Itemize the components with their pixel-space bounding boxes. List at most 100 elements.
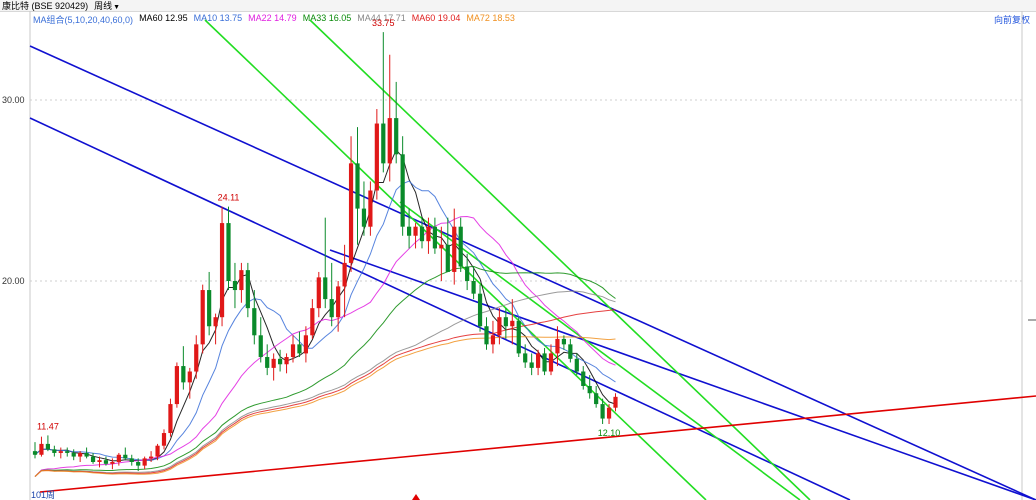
candle-body xyxy=(600,404,605,419)
candle-body xyxy=(123,454,128,459)
candle-body xyxy=(613,396,618,408)
candle-body xyxy=(516,320,521,354)
candle-body xyxy=(329,299,334,318)
candle-body xyxy=(594,393,599,405)
candle-body xyxy=(136,462,141,466)
candle-body xyxy=(32,451,38,455)
candle-body xyxy=(213,317,218,327)
candle-body xyxy=(271,358,276,368)
candle-body xyxy=(71,452,76,457)
marker-icon xyxy=(412,494,420,500)
candle-body xyxy=(323,277,328,300)
ma-line xyxy=(34,336,616,477)
candle-body xyxy=(278,358,283,365)
y-tick-label: 30.00 xyxy=(2,95,25,105)
candle-body xyxy=(161,433,167,446)
candle-body xyxy=(200,290,205,345)
candle-body xyxy=(561,338,566,345)
candle-body xyxy=(174,366,179,405)
candle-body xyxy=(490,335,496,345)
candle-body xyxy=(555,338,560,354)
candle-body xyxy=(497,317,502,336)
candle-body xyxy=(381,123,386,164)
trend-line xyxy=(39,395,1036,493)
trend-line xyxy=(309,19,811,500)
y-tick-label: 20.00 xyxy=(2,276,25,286)
candle-body xyxy=(574,358,579,372)
candle-body xyxy=(103,460,109,464)
candle-body xyxy=(129,458,134,462)
candle-body xyxy=(432,226,437,249)
candle-body xyxy=(265,357,270,368)
candle-body xyxy=(394,118,399,155)
moving-averages xyxy=(34,149,616,477)
candle-body xyxy=(297,344,302,354)
candle-body xyxy=(194,344,199,372)
candle-body xyxy=(400,154,405,227)
candle-body xyxy=(116,454,121,462)
candle-body xyxy=(58,451,63,453)
ma-line xyxy=(34,309,616,477)
candle-body xyxy=(587,385,592,394)
candle-body xyxy=(187,371,192,383)
trend-line xyxy=(29,117,851,500)
candle-body xyxy=(471,281,476,294)
candle-body xyxy=(368,190,373,227)
candle-body xyxy=(419,226,425,242)
candle-body xyxy=(510,320,515,327)
candle-body xyxy=(303,335,308,354)
candle-body xyxy=(348,163,354,263)
candle-body xyxy=(142,458,147,466)
candle-body xyxy=(52,449,57,453)
candle-body xyxy=(84,452,89,457)
candle-body xyxy=(155,445,160,457)
candle-body xyxy=(523,353,528,363)
candle-body xyxy=(310,308,315,336)
candle-body xyxy=(387,118,392,164)
candle-body xyxy=(536,353,541,368)
candle-body xyxy=(581,371,586,386)
candle-body xyxy=(316,277,321,309)
bottom-left-label: 101周 xyxy=(31,490,55,500)
candle-body xyxy=(149,456,154,459)
candle-body xyxy=(258,335,263,358)
candle-body xyxy=(407,226,412,236)
candle-body xyxy=(465,266,470,281)
candle-body xyxy=(426,226,431,242)
candle-body xyxy=(542,353,547,372)
trend-line xyxy=(329,249,1036,500)
candle-body xyxy=(439,244,444,249)
candle-body xyxy=(355,163,360,209)
candle-body xyxy=(361,208,367,227)
candle-body xyxy=(606,407,612,419)
candle-body xyxy=(39,443,44,455)
candle-body xyxy=(452,226,457,272)
candle-body xyxy=(548,353,554,372)
candle-body xyxy=(336,286,341,318)
price-annotation: 24.11 xyxy=(218,193,240,203)
candle-body xyxy=(239,270,244,291)
candle-body xyxy=(97,460,102,462)
price-annotation: 11.47 xyxy=(37,421,59,431)
kline-chart[interactable]: 30.00 20.00 33.75 24.11 11.47 12.10 101周 xyxy=(0,0,1036,500)
candle-body xyxy=(374,123,379,191)
candle-body xyxy=(568,344,573,359)
candle-body xyxy=(477,293,483,327)
candle-body xyxy=(284,357,289,365)
candle-body xyxy=(445,244,450,272)
candle-body xyxy=(458,226,463,267)
candle-body xyxy=(413,226,418,236)
candle-body xyxy=(529,362,534,368)
candle-body xyxy=(342,262,347,287)
candle-body xyxy=(290,344,296,358)
candle-body xyxy=(219,223,225,318)
candle-body xyxy=(484,326,489,345)
candle-body xyxy=(78,452,83,457)
candle-body xyxy=(232,281,238,291)
candle-body xyxy=(110,462,115,464)
candle-body xyxy=(65,451,70,453)
candle-body xyxy=(252,308,257,336)
candle-body xyxy=(181,366,186,383)
price-annotation: 33.75 xyxy=(372,18,395,28)
trend-lines xyxy=(29,19,1036,500)
